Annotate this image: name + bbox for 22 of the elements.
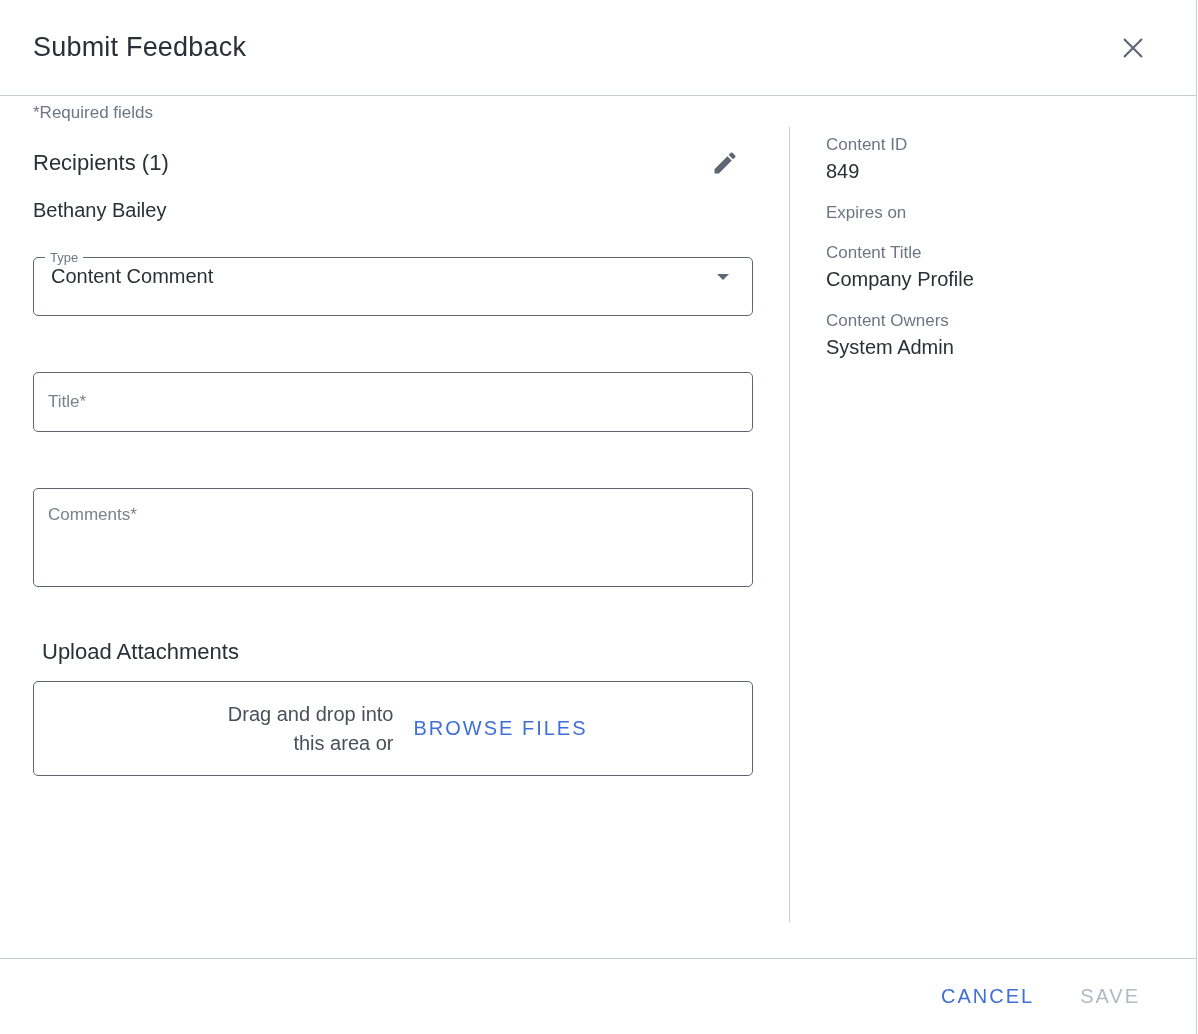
recipients-heading: Recipients (1) — [33, 150, 169, 176]
recipient-name: Bethany Bailey — [33, 199, 168, 222]
detail-value: 849 — [826, 160, 861, 183]
upload-heading: Upload Attachments — [42, 639, 240, 665]
dialog-title: Submit Feedback — [33, 32, 247, 63]
detail-label: Content Owners — [826, 311, 950, 331]
title-input[interactable]: Title* — [33, 372, 753, 432]
close-icon[interactable] — [1122, 36, 1144, 59]
required-note: *Required fields — [33, 103, 154, 123]
detail-label: Content ID — [826, 135, 909, 155]
detail-label: Expires on — [826, 203, 908, 223]
type-select[interactable]: Type Content Comment — [33, 250, 753, 316]
drop-hint: Drag and drop into this area or — [226, 701, 394, 756]
cancel-button[interactable]: CANCEL — [941, 985, 1035, 1008]
comments-input[interactable]: Comments* — [33, 488, 753, 587]
browse-files-button[interactable]: BROWSE FILES — [413, 717, 588, 740]
type-label: Type — [49, 250, 80, 265]
caret-icon — [717, 273, 729, 280]
detail-label: Content Title — [826, 243, 923, 263]
detail-value: System Admin — [826, 336, 955, 359]
type-value: Content Comment — [51, 265, 214, 288]
detail-value: Company Profile — [826, 268, 974, 291]
